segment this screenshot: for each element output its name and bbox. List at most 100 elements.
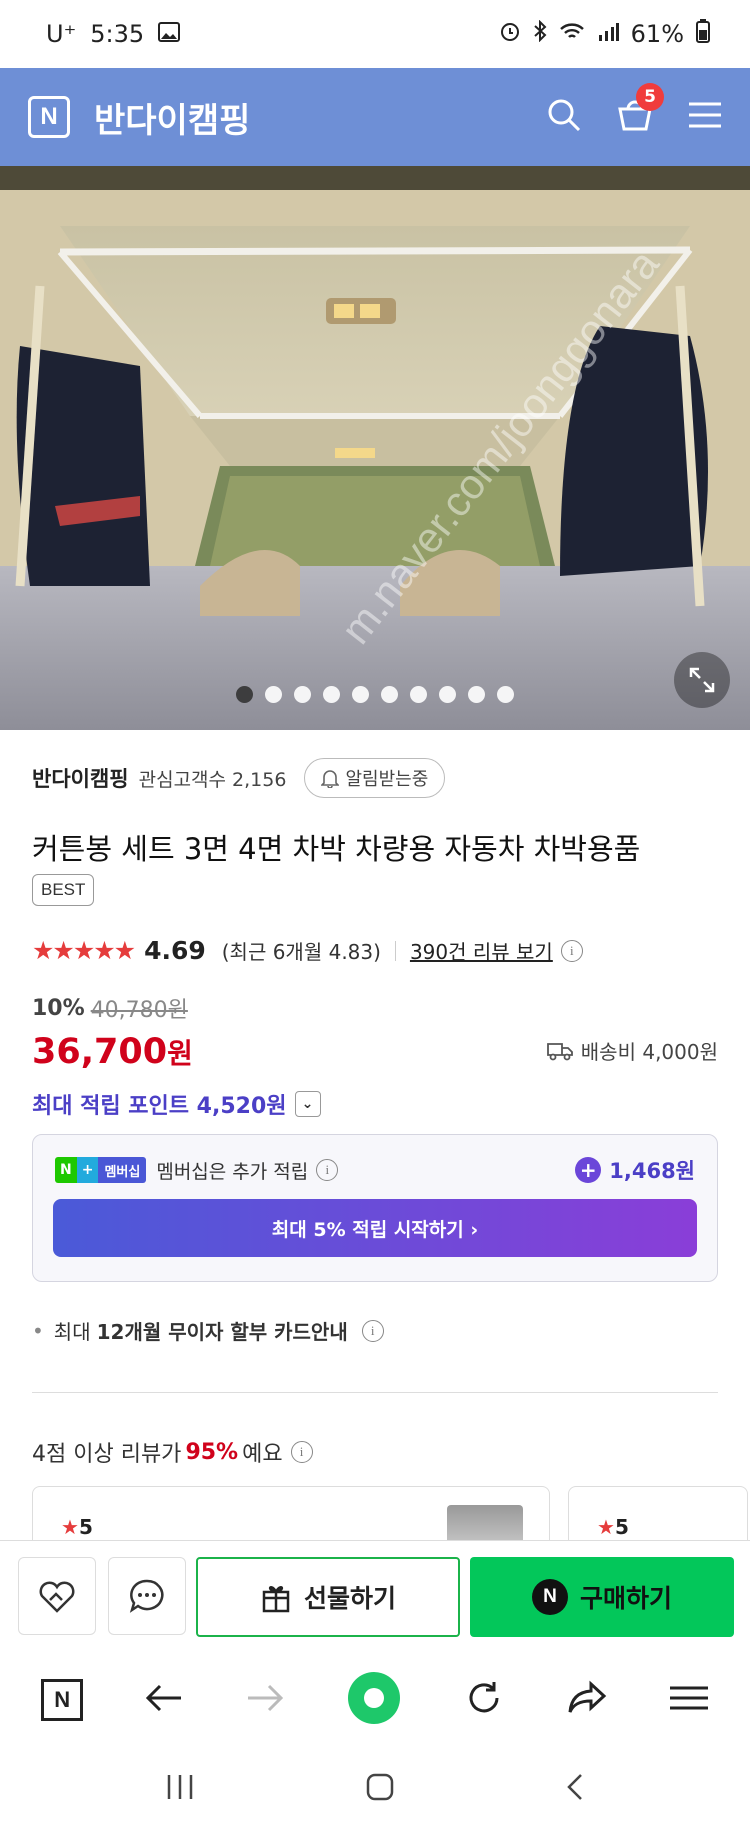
naver-pay-icon: N xyxy=(531,1579,568,1615)
gallery-dot[interactable] xyxy=(294,686,311,703)
naver-logo-icon[interactable]: N xyxy=(28,96,70,138)
cart-button[interactable]: 5 xyxy=(616,83,664,137)
discount-percent: 10% xyxy=(32,995,85,1021)
heart-icon xyxy=(39,1581,75,1613)
action-bar: 선물하기 N 구매하기 xyxy=(0,1540,750,1654)
gallery-dot[interactable] xyxy=(439,686,456,703)
truck-icon xyxy=(546,1042,573,1060)
recent-apps-icon[interactable] xyxy=(165,1773,195,1805)
buy-button[interactable]: N 구매하기 xyxy=(470,1557,734,1637)
review-summary-prefix: 4점 이상 리뷰가 xyxy=(32,1442,182,1467)
talk-button[interactable] xyxy=(108,1557,186,1635)
alarm-button[interactable]: 알림받는중 xyxy=(304,758,446,798)
product-title: 커튼봉 세트 3면 4면 차박 차량용 자동차 차박용품 xyxy=(32,832,641,866)
search-icon[interactable] xyxy=(546,97,582,137)
alarm-icon xyxy=(499,20,521,48)
gallery-dot[interactable] xyxy=(265,686,282,703)
rating-score: 4.69 xyxy=(144,936,206,965)
chat-icon xyxy=(129,1579,164,1613)
review-rating: ★5 xyxy=(61,1515,93,1539)
review-summary-suffix: 예요 xyxy=(242,1442,283,1467)
menu-icon[interactable] xyxy=(688,101,722,133)
info-icon[interactable]: i xyxy=(290,1441,313,1463)
cart-count-badge: 5 xyxy=(636,83,664,111)
card-prefix: 최대 xyxy=(53,1320,91,1344)
interest-count: 관심고객수 2,156 xyxy=(138,768,287,791)
gallery-dot[interactable] xyxy=(381,686,398,703)
price-value: 36,700 xyxy=(32,1032,168,1072)
wishlist-button[interactable] xyxy=(18,1557,96,1635)
refresh-icon[interactable] xyxy=(464,1678,504,1722)
info-icon[interactable]: i xyxy=(316,1159,339,1181)
forward-icon[interactable] xyxy=(246,1683,284,1717)
review-rating-value: 5 xyxy=(78,1515,93,1539)
chevron-down-icon[interactable]: ⌄ xyxy=(294,1091,321,1117)
info-icon[interactable]: i xyxy=(361,1319,384,1342)
product-image[interactable]: m.naver.com/joonggonara xyxy=(0,166,750,730)
gallery-dot[interactable] xyxy=(352,686,369,703)
bell-icon xyxy=(321,770,340,788)
best-tag: BEST xyxy=(32,874,95,906)
store-name[interactable]: 반다이캠핑 xyxy=(32,763,129,793)
divider xyxy=(394,940,396,961)
review-summary: 4점 이상 리뷰가 95% 예요 i xyxy=(32,1436,313,1468)
gallery-icon xyxy=(158,20,181,48)
badge-plus: + xyxy=(76,1157,99,1183)
membership-start-button[interactable]: 최대 5% 적립 시작하기 › xyxy=(53,1199,697,1257)
gallery-dot[interactable] xyxy=(323,686,340,703)
system-back-icon[interactable] xyxy=(565,1772,585,1806)
gallery-dots xyxy=(0,686,750,703)
system-nav xyxy=(0,1744,750,1834)
rating-row: ★★★★★ 4.69 (최근 6개월 4.83) 390건 리뷰 보기 i xyxy=(32,936,583,965)
review-summary-pct: 95% xyxy=(185,1439,239,1465)
app-bar: N 반다이캠핑 5 xyxy=(0,68,750,166)
bluetooth-icon xyxy=(533,19,547,48)
plus-icon: + xyxy=(575,1157,602,1183)
time: 5:35 xyxy=(90,20,145,48)
sale-price: 36,700원 xyxy=(32,1032,193,1072)
wifi-icon xyxy=(559,20,585,48)
review-rating: ★5 xyxy=(597,1515,629,1539)
membership-points: + 1,468원 xyxy=(575,1155,695,1185)
card-installment[interactable]: • 최대 12개월 무이자 할부 카드안내 i xyxy=(32,1316,384,1345)
store-title[interactable]: 반다이캠핑 xyxy=(94,93,250,142)
gallery-dot[interactable] xyxy=(410,686,427,703)
section-divider xyxy=(32,1392,718,1393)
max-points-text: 최대 적립 포인트 4,520원 xyxy=(32,1094,287,1119)
browser-nav: N xyxy=(0,1656,750,1744)
recent-rating: (최근 6개월 4.83) xyxy=(221,940,381,964)
gallery-dot[interactable] xyxy=(468,686,485,703)
back-icon[interactable] xyxy=(145,1683,183,1717)
signal-icon xyxy=(597,20,619,48)
buy-label: 구매하기 xyxy=(579,1584,672,1613)
review-link[interactable]: 390건 리뷰 보기 xyxy=(410,936,553,965)
membership-box: N + 멤버십 멤버십은 추가 적립 i + 1,468원 최대 5% 적립 시… xyxy=(32,1134,718,1282)
home-icon[interactable] xyxy=(365,1772,395,1806)
bullet: • xyxy=(32,1318,44,1343)
membership-text: 멤버십은 추가 적립 xyxy=(156,1160,309,1183)
review-rating-value: 5 xyxy=(614,1515,629,1539)
max-points[interactable]: 최대 적립 포인트 4,520원 ⌄ xyxy=(32,1088,321,1120)
gift-button[interactable]: 선물하기 xyxy=(196,1557,460,1637)
alarm-label: 알림받는중 xyxy=(345,769,429,790)
gift-icon xyxy=(262,1586,290,1613)
gallery-dot[interactable] xyxy=(236,686,253,703)
original-price: 40,780원 xyxy=(90,998,188,1023)
membership-points-value: 1,468원 xyxy=(609,1159,695,1183)
membership-badge: N + 멤버십 xyxy=(55,1157,147,1183)
shipping-text: 배송비 4,000원 xyxy=(580,1040,718,1064)
discount-row: 10% 40,780원 xyxy=(32,992,188,1024)
naver-home-icon[interactable]: N xyxy=(41,1679,84,1721)
badge-n: N xyxy=(55,1157,77,1183)
expand-button[interactable] xyxy=(674,652,730,708)
share-icon[interactable] xyxy=(567,1680,607,1720)
gallery-dot[interactable] xyxy=(497,686,514,703)
badge-label: 멤버십 xyxy=(98,1157,147,1183)
menu-icon[interactable] xyxy=(669,1685,709,1715)
info-icon[interactable]: i xyxy=(560,939,583,962)
rating-stars: ★★★★★ xyxy=(32,936,136,965)
green-dot-icon[interactable] xyxy=(346,1670,402,1730)
shipping-fee: 배송비 4,000원 xyxy=(546,1036,718,1065)
card-bold: 12개월 무이자 할부 카드안내 xyxy=(96,1320,348,1344)
battery-text: 61% xyxy=(630,20,684,48)
